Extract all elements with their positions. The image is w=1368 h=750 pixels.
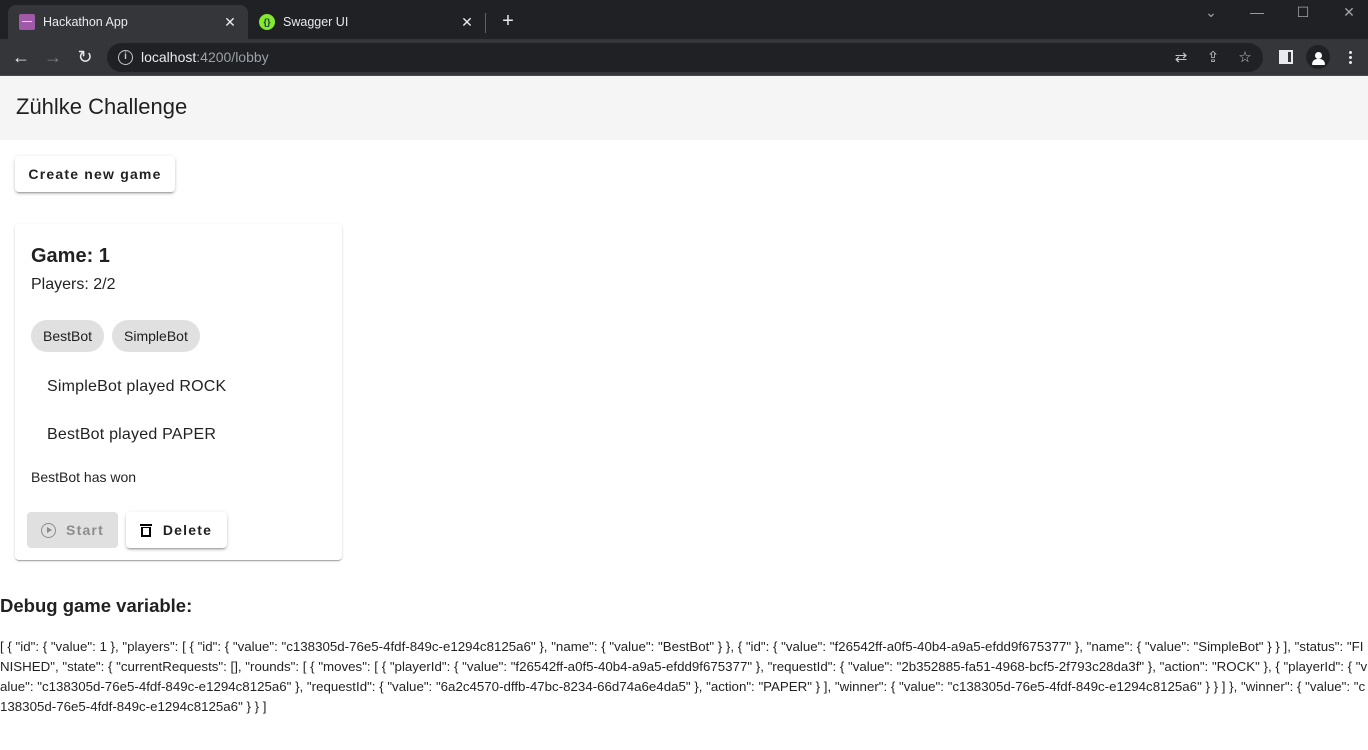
address-bar[interactable]: i localhost:4200/lobby ⇄ ⇪ ☆ <box>107 43 1263 72</box>
close-tab-icon[interactable]: ✕ <box>459 14 475 30</box>
tab-search-button[interactable]: ⌄ <box>1188 0 1234 24</box>
share-icon[interactable]: ⇪ <box>1203 48 1223 68</box>
reload-button[interactable]: ↻ <box>72 44 98 70</box>
player-chip-list: BestBot SimpleBot <box>31 320 200 352</box>
trash-icon <box>139 523 152 537</box>
player-chip: SimpleBot <box>112 320 200 352</box>
debug-json-text: [ { "id": { "value": 1 }, "players": [ {… <box>0 639 1368 714</box>
maximize-button[interactable]: ☐ <box>1280 0 1326 24</box>
move-list-item: SimpleBot played ROCK <box>47 378 227 395</box>
side-panel-button[interactable] <box>1273 44 1299 70</box>
player-chip: BestBot <box>31 320 105 352</box>
site-info-icon[interactable]: i <box>118 50 133 65</box>
game-title: Game: 1 <box>31 245 110 267</box>
browser-tab-bar: Hackathon App ✕ {} Swagger UI ✕ + ⌄ — ☐ … <box>0 0 1368 39</box>
translate-icon[interactable]: ⇄ <box>1171 48 1191 68</box>
app-title: Zühlke Challenge <box>16 94 188 119</box>
app-header: Zühlke Challenge <box>0 76 1368 140</box>
swagger-icon: {} <box>259 14 275 30</box>
close-tab-icon[interactable]: ✕ <box>222 14 238 30</box>
bookmark-star-icon[interactable]: ☆ <box>1235 48 1255 68</box>
profile-button[interactable] <box>1305 44 1331 70</box>
delete-label: Delete <box>162 522 213 538</box>
zuhlke-logo-icon <box>19 14 35 30</box>
new-tab-button[interactable]: + <box>498 11 518 31</box>
url-text[interactable]: localhost:4200/lobby <box>141 49 269 65</box>
minimize-button[interactable]: — <box>1234 0 1280 24</box>
start-label: Start <box>66 522 104 538</box>
kebab-menu-icon <box>1348 50 1352 64</box>
player-count: Players: 2/2 <box>31 276 116 293</box>
start-button[interactable]: Start <box>27 512 118 548</box>
profile-avatar-icon <box>1306 45 1330 69</box>
play-circle-icon <box>41 522 57 538</box>
window-close-button[interactable]: ✕ <box>1326 0 1368 24</box>
tab-swagger-ui[interactable]: {} Swagger UI ✕ <box>248 5 485 39</box>
tab-hackathon-app[interactable]: Hackathon App ✕ <box>8 5 248 39</box>
browser-menu-button[interactable] <box>1337 44 1363 70</box>
tab-title: Swagger UI <box>283 15 349 29</box>
create-new-game-button[interactable]: Create new game <box>15 156 175 192</box>
debug-title: Debug game variable: <box>0 595 193 616</box>
game-result: BestBot has won <box>31 469 137 485</box>
side-panel-icon <box>1279 50 1293 64</box>
back-button[interactable]: ← <box>8 44 34 70</box>
game-card: Game: 1 Players: 2/2 BestBot SimpleBot S… <box>15 224 342 560</box>
delete-button[interactable]: Delete <box>126 512 227 548</box>
tab-separator <box>485 13 486 33</box>
forward-button[interactable]: → <box>40 44 66 70</box>
move-list-item: BestBot played PAPER <box>47 426 217 443</box>
tab-title: Hackathon App <box>43 15 128 29</box>
browser-toolbar: ← → ↻ i localhost:4200/lobby ⇄ ⇪ ☆ <box>0 39 1368 76</box>
